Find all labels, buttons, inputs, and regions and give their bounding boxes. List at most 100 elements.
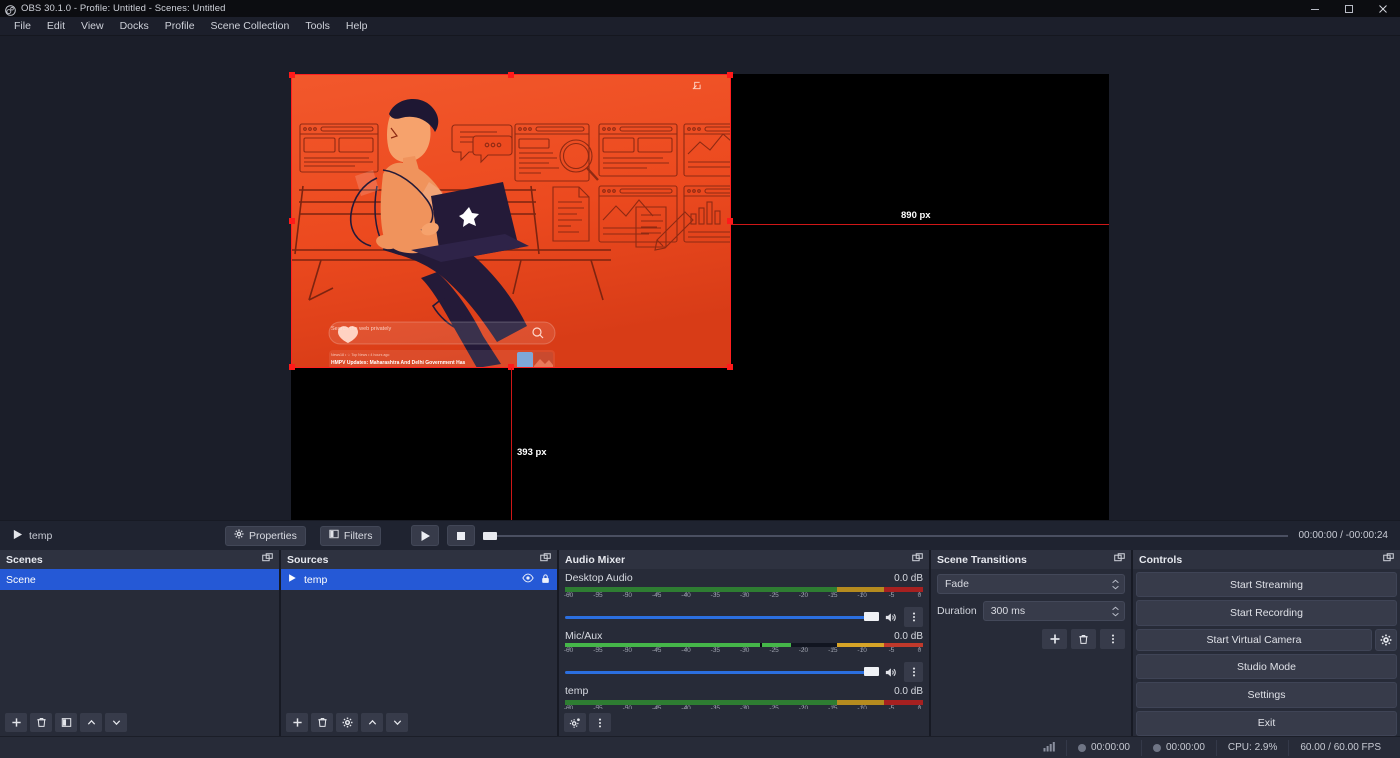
controls-dock: Controls Start Streaming Start Recording… — [1133, 550, 1400, 736]
transitions-dock-title: Scene Transitions — [937, 553, 1027, 566]
media-stop-button[interactable] — [447, 525, 476, 546]
lock-icon[interactable] — [540, 573, 551, 587]
remove-scene-button[interactable] — [30, 713, 52, 732]
source-properties-button[interactable] — [336, 713, 358, 732]
float-dock-icon[interactable] — [1383, 552, 1394, 567]
tick-label: -50 — [622, 592, 632, 599]
mixer-menu-button[interactable] — [589, 713, 611, 732]
move-source-down-button[interactable] — [386, 713, 408, 732]
tick-label: -60 — [563, 592, 574, 599]
menu-item-help[interactable]: Help — [338, 18, 376, 34]
tick-label: 0 — [917, 647, 922, 654]
width-guide-line — [731, 224, 1109, 225]
menu-item-view[interactable]: View — [73, 18, 112, 34]
volume-slider[interactable] — [565, 666, 879, 678]
tick-label: -40 — [681, 647, 691, 654]
exit-button[interactable]: Exit — [1136, 710, 1397, 736]
mute-speaker-icon[interactable] — [879, 666, 901, 679]
tick-label: -45 — [651, 592, 662, 599]
source-list-item[interactable]: temp — [281, 569, 557, 590]
mixer-channel-menu-button[interactable] — [904, 607, 923, 627]
tick-label: -15 — [828, 592, 838, 599]
media-seek-knob[interactable] — [483, 531, 498, 540]
scene-transitions-dock: Scene Transitions Fade Duration 300 ms — [931, 550, 1131, 736]
sources-list[interactable]: temp — [281, 569, 557, 709]
transition-duration-row: Duration 300 ms — [937, 601, 1125, 621]
mixer-channel-desktop-audio[interactable]: Desktop Audio 0.0 dB -60 -55 -50 -45 -40 — [559, 569, 929, 627]
duration-label: Duration — [937, 605, 977, 617]
tick-label: 0 — [917, 592, 922, 599]
menu-item-edit[interactable]: Edit — [39, 18, 73, 34]
move-scene-down-button[interactable] — [105, 713, 127, 732]
transitions-body: Fade Duration 300 ms — [931, 569, 1131, 736]
eye-icon[interactable] — [522, 572, 534, 587]
filters-button[interactable]: Filters — [319, 525, 382, 546]
mixer-channel-mic-aux[interactable]: Mic/Aux 0.0 dB -60 -55 -50 -45 -40 -35 -… — [559, 627, 929, 682]
float-dock-icon[interactable] — [1114, 552, 1125, 567]
menu-item-docks[interactable]: Docks — [112, 18, 157, 34]
source-item-label: temp — [304, 573, 328, 586]
tick-label: -60 — [563, 647, 574, 654]
menu-item-file[interactable]: File — [6, 18, 39, 34]
media-play-button[interactable] — [411, 525, 440, 546]
mixer-channels[interactable]: Desktop Audio 0.0 dB -60 -55 -50 -45 -40 — [559, 569, 929, 736]
properties-button[interactable]: Properties — [225, 525, 306, 546]
fps-cell: 60.00 / 60.00 FPS — [1288, 739, 1392, 756]
media-timecode: 00:00:00 / -00:00:24 — [1298, 530, 1388, 541]
tick-label: -5 — [888, 647, 895, 654]
add-transition-button[interactable] — [1042, 629, 1067, 649]
move-scene-up-button[interactable] — [80, 713, 102, 732]
window-title: OBS 30.1.0 - Profile: Untitled - Scenes:… — [21, 3, 226, 14]
duration-input[interactable]: 300 ms — [982, 601, 1125, 621]
mixer-channel-db: 0.0 dB — [894, 573, 923, 584]
source-render-temp[interactable]: Search the web privately News18 • ☆ Top … — [291, 74, 731, 368]
scene-filters-button[interactable] — [55, 713, 77, 732]
scene-list-item[interactable]: Scene — [0, 569, 279, 590]
float-dock-icon[interactable] — [262, 552, 273, 567]
start-recording-button[interactable]: Start Recording — [1136, 600, 1397, 626]
mixer-channel-menu-button[interactable] — [904, 662, 923, 682]
start-streaming-button[interactable]: Start Streaming — [1136, 572, 1397, 598]
dock-row: Scenes Scene Sources temp Audio Mixer De… — [0, 550, 1400, 736]
move-source-up-button[interactable] — [361, 713, 383, 732]
volume-slider-knob[interactable] — [864, 612, 879, 621]
menu-item-tools[interactable]: Tools — [297, 18, 338, 34]
tick-label: -25 — [769, 592, 779, 599]
preview-canvas[interactable]: Search the web privately News18 • ☆ Top … — [0, 36, 1400, 520]
transitions-buttons — [937, 629, 1125, 649]
stream-status-dot — [1078, 743, 1087, 752]
close-button[interactable] — [1366, 0, 1400, 17]
maximize-button[interactable] — [1332, 0, 1366, 17]
menu-item-profile[interactable]: Profile — [157, 18, 203, 34]
height-guide-label: 393 px — [517, 447, 547, 458]
duration-spinner[interactable] — [1111, 606, 1120, 617]
menu-item-scene-collection[interactable]: Scene Collection — [203, 18, 298, 34]
settings-button[interactable]: Settings — [1136, 682, 1397, 708]
studio-mode-button[interactable]: Studio Mode — [1136, 653, 1397, 680]
mixer-db-scale: -60 -55 -50 -45 -40 -35 -30 -25 -20 -15 … — [563, 647, 923, 657]
tick-label: -30 — [740, 647, 750, 654]
virtual-camera-settings-gear-icon[interactable] — [1375, 628, 1397, 651]
mixer-channel-db: 0.0 dB — [894, 631, 923, 642]
minimize-button[interactable] — [1298, 0, 1332, 17]
transition-select[interactable]: Fade — [937, 574, 1125, 594]
transition-menu-button[interactable] — [1100, 629, 1125, 649]
transition-select-spinner[interactable] — [1111, 579, 1120, 590]
remove-transition-button[interactable] — [1071, 629, 1096, 649]
mixer-channel-db: 0.0 dB — [894, 686, 923, 697]
volume-slider-knob[interactable] — [864, 667, 879, 676]
volume-slider[interactable] — [565, 611, 879, 623]
tick-label: -15 — [828, 647, 838, 654]
scenes-list[interactable]: Scene — [0, 569, 279, 709]
add-source-button[interactable] — [286, 713, 308, 732]
float-dock-icon[interactable] — [540, 552, 551, 567]
mute-speaker-icon[interactable] — [879, 611, 901, 624]
start-virtual-camera-button[interactable]: Start Virtual Camera — [1136, 628, 1372, 651]
remove-source-button[interactable] — [311, 713, 333, 732]
float-dock-icon[interactable] — [912, 552, 923, 567]
media-seek-slider[interactable] — [483, 526, 1289, 546]
obs-main-window: OBS 30.1.0 - Profile: Untitled - Scenes:… — [0, 0, 1400, 758]
add-scene-button[interactable] — [5, 713, 27, 732]
tick-label: -30 — [740, 592, 750, 599]
advanced-audio-properties-button[interactable] — [564, 713, 586, 732]
